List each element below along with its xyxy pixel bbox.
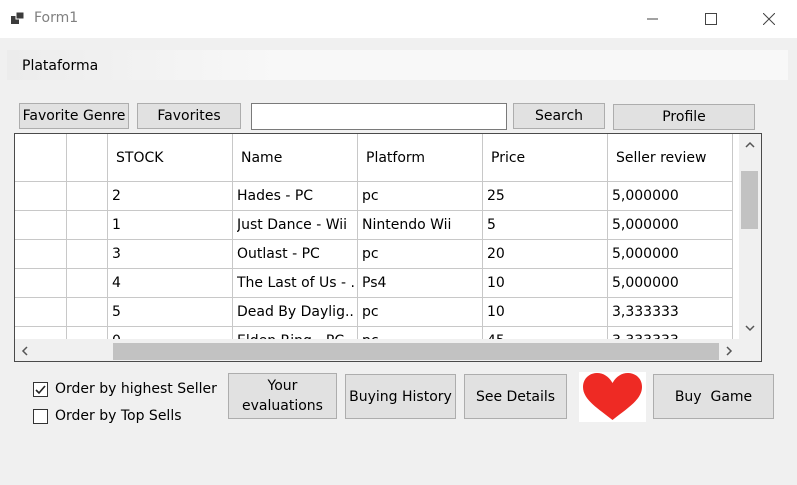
cell-review: 3,333333 — [612, 304, 679, 320]
cell-review: 5,000000 — [612, 246, 679, 262]
vertical-scroll-thumb[interactable] — [741, 171, 758, 229]
cell-stock: 3 — [112, 246, 121, 262]
search-button[interactable]: Search — [513, 103, 605, 129]
cell-name: The Last of Us - ... — [237, 275, 355, 291]
table-row[interactable]: 5 Dead By Daylig... pc 10 3,333333 — [15, 298, 733, 327]
cell-platform: Ps4 — [362, 275, 387, 291]
cell-name: Dead By Daylig... — [237, 304, 355, 320]
cell-platform: pc — [362, 304, 379, 320]
your-evaluations-button[interactable]: Your evaluations — [228, 373, 337, 419]
cell-name: Just Dance - Wii — [237, 217, 348, 233]
col-header-platform[interactable]: Platform — [366, 150, 425, 166]
window-title: Form1 — [34, 10, 79, 26]
maximize-button[interactable] — [682, 0, 740, 38]
cell-price: 10 — [487, 304, 505, 320]
cell-platform: pc — [362, 188, 379, 204]
your-evaluations-line1: Your — [267, 378, 298, 394]
order-by-top-sells-checkbox[interactable] — [33, 409, 48, 424]
cell-price: 10 — [487, 275, 505, 291]
close-button[interactable] — [740, 0, 797, 38]
heart-icon — [583, 373, 642, 420]
scroll-left-icon[interactable] — [21, 346, 29, 356]
cell-stock: 5 — [112, 304, 121, 320]
scroll-up-icon[interactable] — [745, 141, 755, 149]
table-row[interactable]: 3 Outlast - PC pc 20 5,000000 — [15, 240, 733, 269]
order-by-seller-checkbox[interactable] — [33, 382, 48, 397]
cell-price: 25 — [487, 188, 505, 204]
games-grid[interactable]: STOCK Name Platform Price Seller review … — [14, 133, 762, 362]
profile-button[interactable]: Profile — [613, 104, 755, 130]
col-header-price[interactable]: Price — [491, 150, 525, 166]
cell-stock: 4 — [112, 275, 121, 291]
cell-name: Outlast - PC — [237, 246, 320, 262]
maximize-icon — [705, 13, 717, 25]
cell-review: 5,000000 — [612, 217, 679, 233]
cell-price: 5 — [487, 217, 496, 233]
cell-platform: pc — [362, 246, 379, 262]
scroll-right-icon[interactable] — [725, 346, 733, 356]
search-input[interactable] — [251, 103, 507, 130]
favorite-heart-button[interactable] — [579, 372, 646, 422]
vertical-scrollbar[interactable] — [739, 134, 761, 339]
cell-platform: Nintendo Wii — [362, 217, 452, 233]
app-icon — [11, 10, 27, 26]
horizontal-scroll-thumb[interactable] — [113, 343, 719, 360]
favorites-button[interactable]: Favorites — [137, 103, 241, 129]
col-header-name[interactable]: Name — [241, 150, 282, 166]
cell-review: 5,000000 — [612, 188, 679, 204]
order-by-top-sells-label[interactable]: Order by Top Sells — [55, 408, 182, 424]
buy-game-button[interactable]: Buy Game — [653, 374, 774, 419]
cell-price: 20 — [487, 246, 505, 262]
buying-history-button[interactable]: Buying History — [345, 374, 456, 419]
favorite-genre-button[interactable]: Favorite Genre — [19, 103, 129, 129]
your-evaluations-line2: evaluations — [242, 398, 323, 414]
table-row[interactable]: 1 Just Dance - Wii Nintendo Wii 5 5,0000… — [15, 211, 733, 240]
minimize-icon — [647, 18, 658, 20]
menu-item-plataforma[interactable]: Plataforma — [22, 58, 98, 74]
cell-stock: 1 — [112, 217, 121, 233]
col-header-seller-review[interactable]: Seller review — [616, 150, 706, 166]
scroll-down-icon[interactable] — [745, 324, 755, 332]
see-details-button[interactable]: See Details — [464, 374, 567, 419]
checkmark-icon — [35, 385, 46, 395]
order-by-seller-label[interactable]: Order by highest Seller — [55, 381, 217, 397]
cell-name: Hades - PC — [237, 188, 314, 204]
menu-strip — [7, 50, 788, 80]
scroll-corner — [739, 339, 761, 361]
table-row[interactable]: 2 Hades - PC pc 25 5,000000 — [15, 182, 733, 211]
col-header-stock[interactable]: STOCK — [116, 150, 163, 166]
cell-stock: 2 — [112, 188, 121, 204]
table-row[interactable]: 4 The Last of Us - ... Ps4 10 5,000000 — [15, 269, 733, 298]
close-icon — [763, 13, 775, 25]
cell-review: 5,000000 — [612, 275, 679, 291]
minimize-button[interactable] — [624, 0, 682, 38]
